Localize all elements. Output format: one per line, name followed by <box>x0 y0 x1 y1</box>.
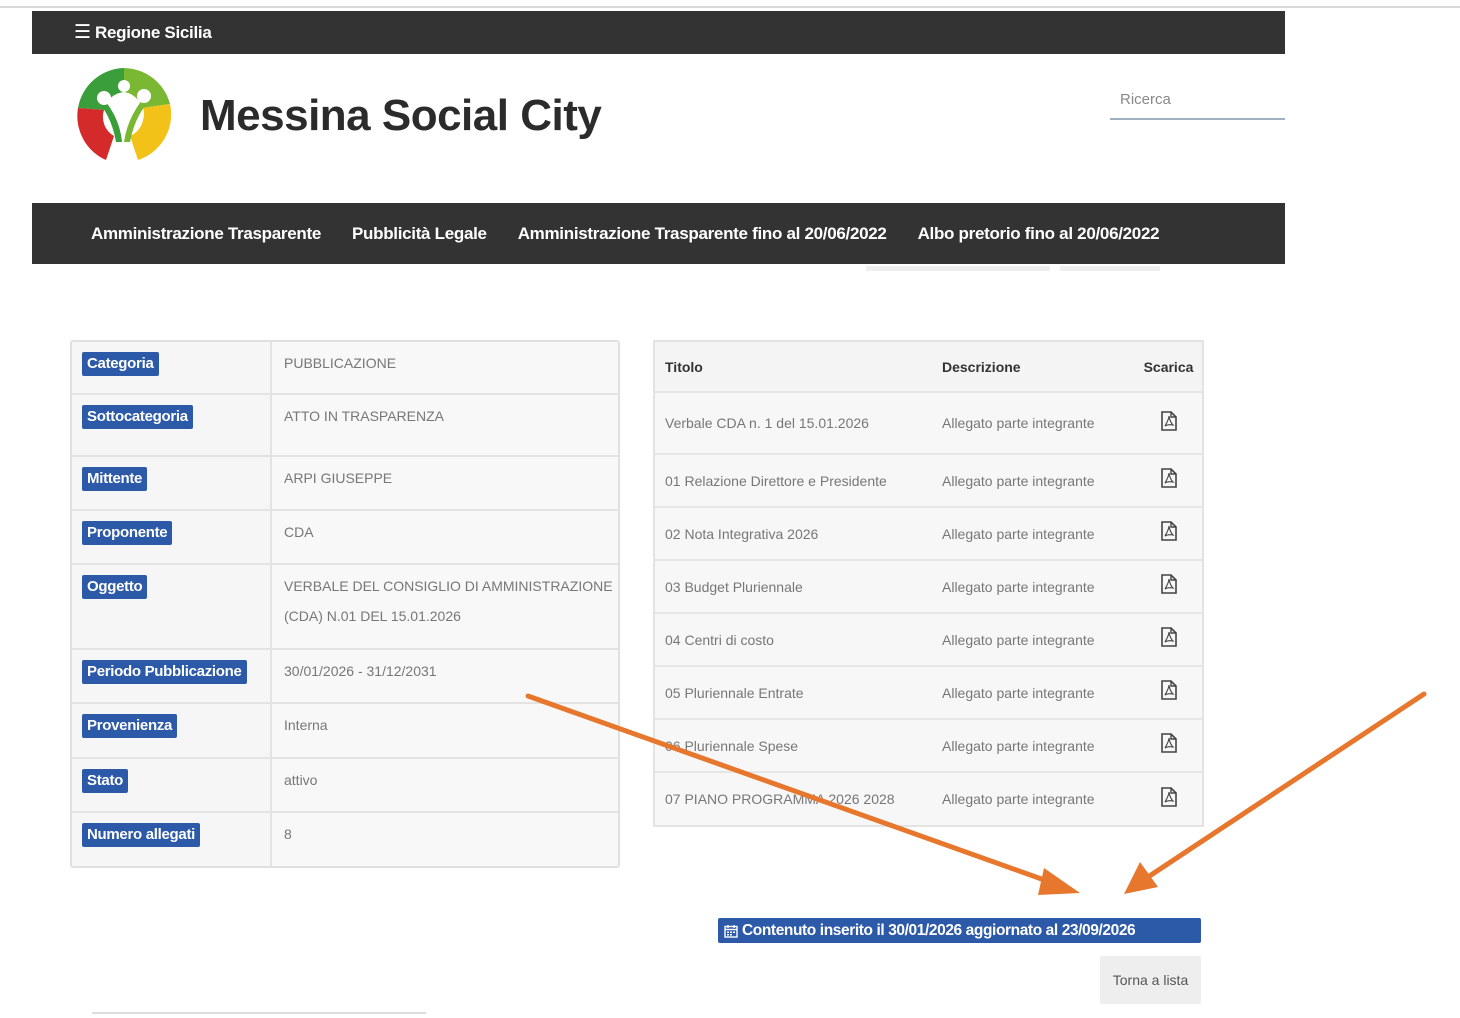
footer-divider <box>92 1012 426 1014</box>
content-date-badge: Contenuto inserito il 30/01/2026 aggiorn… <box>718 918 1201 943</box>
submenu-shadow <box>1060 266 1160 271</box>
label-badge: Proponente <box>82 521 173 545</box>
table-row: 07 PIANO PROGRAMMA 2026 2028 Allegato pa… <box>655 773 1202 825</box>
detail-row-proponente: Proponente CDA <box>72 511 618 565</box>
site-title[interactable]: Messina Social City <box>200 91 602 141</box>
pdf-file-icon[interactable] <box>1160 786 1177 807</box>
nav-amministrazione-trasparente[interactable]: Amministrazione Trasparente <box>91 224 321 244</box>
detail-row-stato: Stato attivo <box>72 759 618 813</box>
detail-table: Categoria PUBBLICAZIONE Sottocategoria A… <box>70 340 620 868</box>
detail-value: ATTO IN TRASPARENZA <box>272 395 618 455</box>
detail-row-mittente: Mittente ARPI GIUSEPPE <box>72 457 618 511</box>
main-navigation: Amministrazione Trasparente Pubblicità L… <box>32 203 1285 264</box>
detail-value: Interna <box>272 704 618 757</box>
submenu-shadow <box>866 266 1050 271</box>
pdf-file-icon[interactable] <box>1160 521 1177 541</box>
label-badge: Periodo Pubblicazione <box>82 660 247 684</box>
nav-amministrazione-trasparente-archivio[interactable]: Amministrazione Trasparente fino al 20/0… <box>518 224 887 244</box>
detail-row-oggetto: Oggetto VERBALE DEL CONSIGLIO DI AMMINIS… <box>72 565 618 650</box>
table-row: 03 Budget Pluriennale Allegato parte int… <box>655 561 1202 614</box>
pdf-file-icon[interactable] <box>1160 733 1177 753</box>
label-badge: Provenienza <box>82 714 178 738</box>
label-badge: Numero allegati <box>82 823 201 847</box>
hamburger-icon[interactable]: ☰ <box>74 23 91 42</box>
detail-row-sottocategoria: Sottocategoria ATTO IN TRASPARENZA <box>72 395 618 457</box>
detail-value: 8 <box>272 813 618 866</box>
header-descrizione: Descrizione <box>942 358 1021 375</box>
pdf-file-icon[interactable] <box>1160 574 1177 594</box>
pdf-file-icon[interactable] <box>1160 410 1177 431</box>
detail-row-numero-allegati: Numero allegati 8 <box>72 813 618 866</box>
detail-value: VERBALE DEL CONSIGLIO DI AMMINISTRAZIONE… <box>272 565 618 648</box>
attachments-table: Titolo Descrizione Scarica Verbale CDA n… <box>653 340 1204 827</box>
messina-social-city-logo[interactable] <box>72 64 176 166</box>
calendar-icon <box>724 924 738 938</box>
table-header: Titolo Descrizione Scarica <box>655 342 1202 393</box>
detail-value: 30/01/2026 - 31/12/2031 <box>272 650 618 702</box>
search-input[interactable] <box>1110 80 1285 120</box>
content-date-text: Contenuto inserito il 30/01/2026 aggiorn… <box>742 921 1136 939</box>
pdf-file-icon[interactable] <box>1160 468 1177 488</box>
table-row: 05 Pluriennale Entrate Allegato parte in… <box>655 667 1202 720</box>
detail-row-periodo: Periodo Pubblicazione 30/01/2026 - 31/12… <box>72 650 618 704</box>
detail-value: CDA <box>272 511 618 563</box>
detail-value: attivo <box>272 759 618 811</box>
header-titolo: Titolo <box>665 358 703 375</box>
table-row: 02 Nota Integrativa 2026 Allegato parte … <box>655 508 1202 561</box>
detail-value: PUBBLICAZIONE <box>272 342 618 393</box>
region-bar: ☰ Regione Sicilia <box>32 11 1285 54</box>
pdf-file-icon[interactable] <box>1160 627 1177 647</box>
header-scarica: Scarica <box>1143 358 1194 375</box>
pdf-file-icon[interactable] <box>1160 680 1177 700</box>
label-badge: Categoria <box>82 352 159 376</box>
label-badge: Sottocategoria <box>82 405 193 429</box>
nav-albo-pretorio-archivio[interactable]: Albo pretorio fino al 20/06/2022 <box>918 224 1160 244</box>
region-link[interactable]: Regione Sicilia <box>95 23 212 43</box>
table-row: 06 Pluriennale Spese Allegato parte inte… <box>655 720 1202 773</box>
label-badge: Stato <box>82 769 129 793</box>
table-row: 01 Relazione Direttore e Presidente Alle… <box>655 455 1202 508</box>
label-badge: Oggetto <box>82 575 148 599</box>
detail-row-provenienza: Provenienza Interna <box>72 704 618 759</box>
table-row: Verbale CDA n. 1 del 15.01.2026 Allegato… <box>655 393 1202 455</box>
label-badge: Mittente <box>82 467 148 491</box>
table-row: 04 Centri di costo Allegato parte integr… <box>655 614 1202 667</box>
back-to-list-button[interactable]: Torna a lista <box>1100 956 1201 1004</box>
detail-value: ARPI GIUSEPPE <box>272 457 618 509</box>
top-divider <box>0 6 1460 8</box>
detail-row-categoria: Categoria PUBBLICAZIONE <box>72 342 618 395</box>
nav-pubblicita-legale[interactable]: Pubblicità Legale <box>352 224 487 244</box>
